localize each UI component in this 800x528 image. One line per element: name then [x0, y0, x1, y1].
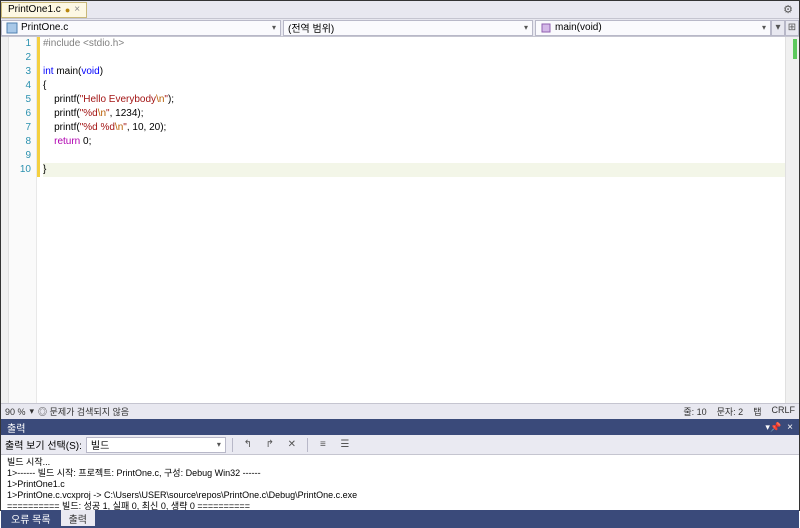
- nav-file-label: PrintOne.c: [21, 22, 68, 33]
- close-tab-icon[interactable]: ×: [74, 4, 80, 15]
- word-wrap-icon[interactable]: ≡: [314, 437, 332, 453]
- modified-indicator-icon: ●: [65, 5, 70, 15]
- issues-status[interactable]: ◎ 문제가 검색되지 않음: [38, 405, 129, 418]
- file-tab-title: PrintOne1.c: [8, 4, 61, 15]
- chevron-down-icon: ▾: [217, 440, 221, 449]
- output-panel-header: 출력 ▾ 📌 ×: [1, 419, 799, 435]
- output-source-label: 출력 보기 선택(S):: [5, 437, 82, 452]
- chevron-down-icon: ▾: [758, 23, 766, 32]
- file-tab[interactable]: PrintOne1.c ● ×: [1, 2, 87, 18]
- change-marker-modified: [37, 37, 40, 177]
- zoom-level[interactable]: 90 %: [5, 407, 26, 417]
- nav-scope-dropdown[interactable]: (전역 범위) ▾: [283, 20, 533, 36]
- file-tab-bar: PrintOne1.c ● × ⚙: [1, 1, 799, 19]
- code-editor: 1 2 3 4 5 6 7 8 9 10 #include <stdio.h> …: [1, 37, 799, 403]
- nav-member-dropdown[interactable]: main(void) ▾: [535, 20, 771, 36]
- autohide-icon[interactable]: 📌: [770, 422, 781, 433]
- chevron-down-icon: ▾: [268, 23, 276, 32]
- clear-icon[interactable]: ✕: [283, 437, 301, 453]
- line-ending[interactable]: CRLF: [771, 405, 795, 418]
- indent-mode[interactable]: 탭: [753, 405, 761, 418]
- split-pane-button[interactable]: ⊞: [785, 20, 799, 36]
- nav-member-label: main(void): [555, 22, 602, 33]
- vertical-scrollbar[interactable]: [785, 37, 799, 403]
- editor-status-bar: 90 % ▾ ◎ 문제가 검색되지 않음 줄: 10 문자: 2 탭 CRLF: [1, 403, 799, 419]
- code-text-area[interactable]: #include <stdio.h> int main(void) { prin…: [37, 37, 785, 403]
- c-file-icon: [6, 22, 18, 34]
- chevron-down-icon: ▾: [520, 23, 528, 32]
- nav-file-dropdown[interactable]: PrintOne.c ▾: [1, 20, 281, 36]
- split-view-button[interactable]: ▾: [771, 20, 785, 36]
- cursor-char: 문자: 2: [717, 405, 744, 418]
- line-number-gutter: 1 2 3 4 5 6 7 8 9 10: [9, 37, 37, 403]
- bottom-panel-tabs: 오류 목록 출력: [1, 510, 799, 528]
- output-toolbar: 출력 보기 선택(S): 빌드 ▾ ↰ ↱ ✕ ≡ ☰: [1, 435, 799, 455]
- goto-prev-icon[interactable]: ↰: [239, 437, 257, 453]
- tab-error-list[interactable]: 오류 목록: [3, 510, 59, 526]
- output-text[interactable]: 빌드 시작... 1>------ 빌드 시작: 프로젝트: PrintOne.…: [1, 455, 799, 510]
- close-panel-icon[interactable]: ×: [787, 422, 793, 433]
- indicator-margin: [1, 37, 9, 403]
- separator: [307, 438, 308, 452]
- navigation-bar: PrintOne.c ▾ (전역 범위) ▾ main(void) ▾ ▾ ⊞: [1, 19, 799, 37]
- output-panel-title: 출력: [7, 420, 25, 435]
- separator: [232, 438, 233, 452]
- method-icon: [540, 22, 552, 34]
- cursor-line: 줄: 10: [683, 405, 706, 418]
- zoom-dropdown-icon[interactable]: ▾: [30, 406, 35, 417]
- list-icon[interactable]: ☰: [336, 437, 354, 453]
- goto-next-icon[interactable]: ↱: [261, 437, 279, 453]
- scroll-change-marker: [793, 39, 797, 59]
- tab-output[interactable]: 출력: [61, 510, 95, 526]
- tab-settings-icon[interactable]: ⚙: [777, 3, 799, 16]
- nav-scope-label: (전역 범위): [288, 20, 334, 35]
- output-source-dropdown[interactable]: 빌드 ▾: [86, 437, 226, 453]
